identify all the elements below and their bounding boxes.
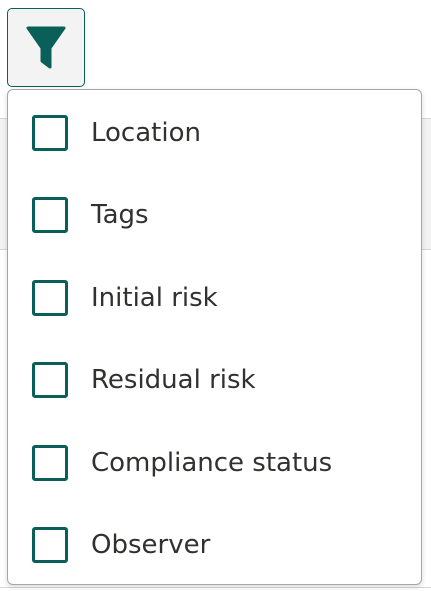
filter-option-initial-risk[interactable]: Initial risk <box>8 257 421 339</box>
filter-option-compliance-status[interactable]: Compliance status <box>8 422 421 504</box>
filter-option-residual-risk[interactable]: Residual risk <box>8 339 421 421</box>
checkbox[interactable] <box>32 362 68 398</box>
filter-dropdown-menu: Location Tags Initial risk Residual risk… <box>7 89 422 585</box>
filter-option-tags[interactable]: Tags <box>8 174 421 256</box>
filter-button[interactable] <box>7 8 85 87</box>
filter-option-location[interactable]: Location <box>8 92 421 174</box>
background-divider <box>0 587 431 588</box>
filter-option-label: Observer <box>91 530 211 560</box>
filter-option-label: Tags <box>91 200 149 230</box>
checkbox[interactable] <box>32 445 68 481</box>
filter-option-label: Residual risk <box>91 365 256 395</box>
checkbox[interactable] <box>32 527 68 563</box>
page: Location Tags Initial risk Residual risk… <box>0 0 431 591</box>
filter-icon <box>26 26 66 68</box>
filter-option-observer[interactable]: Observer <box>8 504 421 586</box>
checkbox[interactable] <box>32 280 68 316</box>
filter-option-label: Location <box>91 118 201 148</box>
checkbox[interactable] <box>32 115 68 151</box>
filter-option-label: Initial risk <box>91 283 218 313</box>
filter-option-label: Compliance status <box>91 448 333 478</box>
checkbox[interactable] <box>32 197 68 233</box>
